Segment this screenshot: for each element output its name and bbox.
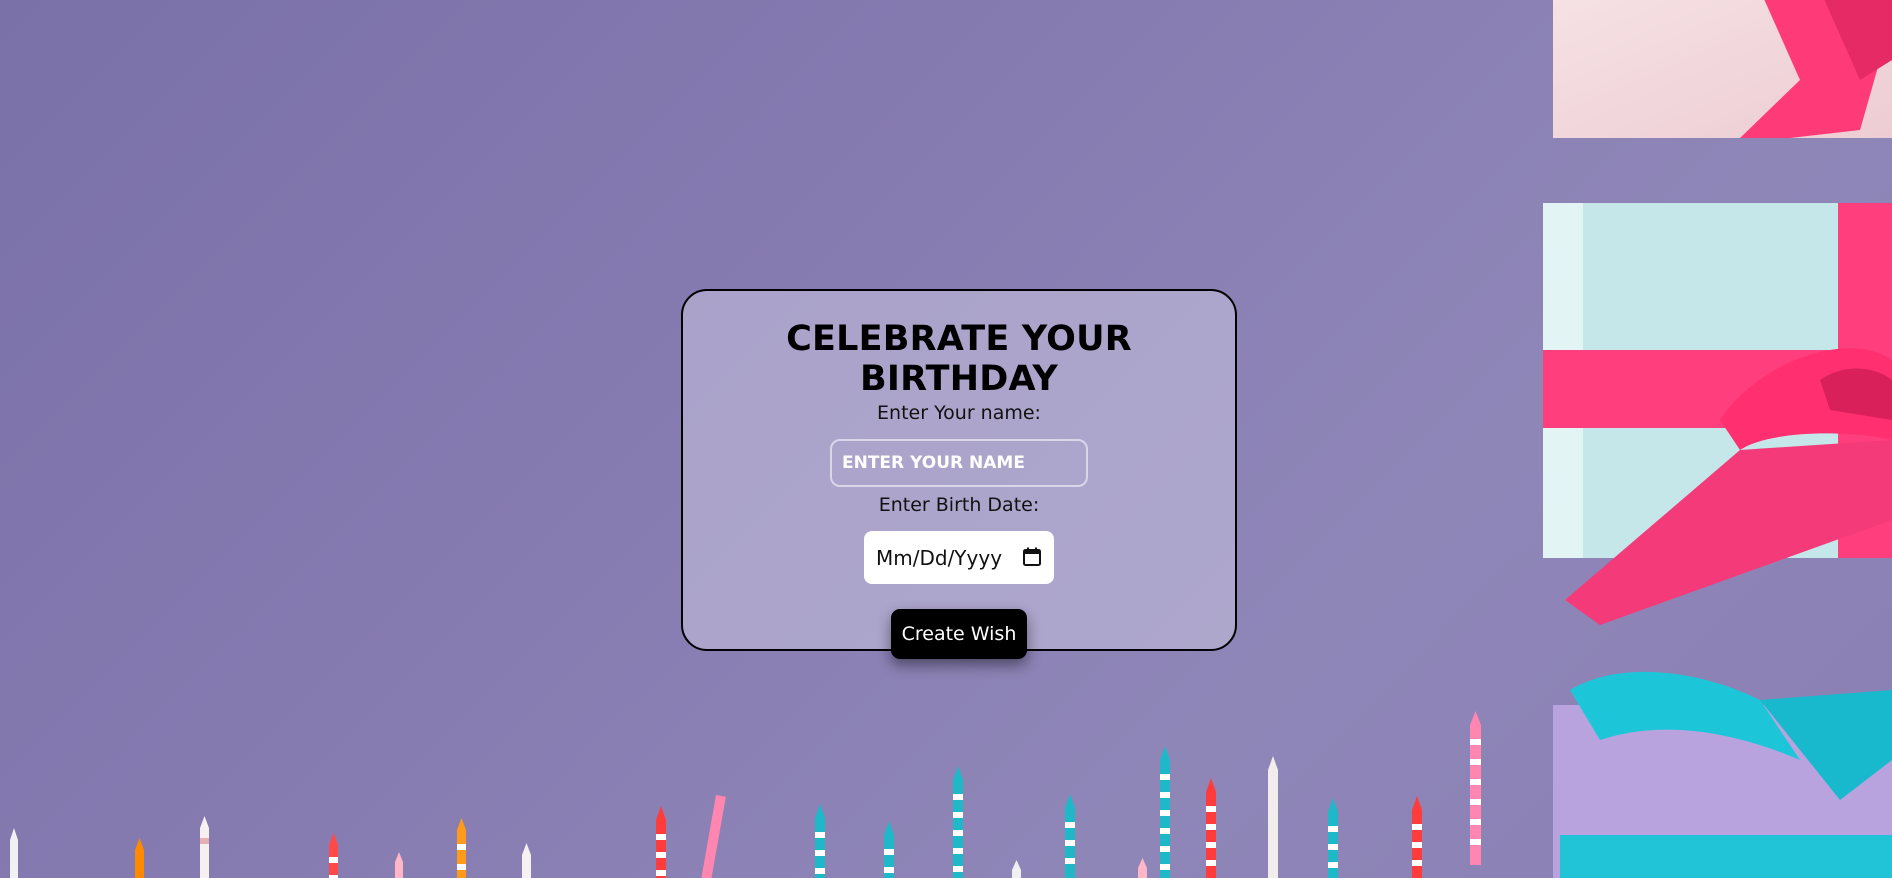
gift-box-pink-icon: [1553, 0, 1892, 138]
name-input[interactable]: [830, 439, 1088, 487]
gift-box-lavender-icon: [1553, 671, 1892, 878]
calendar-icon[interactable]: [1022, 547, 1042, 567]
create-wish-button[interactable]: Create Wish: [891, 609, 1027, 659]
gift-box-mint-icon: [1543, 203, 1892, 625]
birthday-form-card: CELEBRATE YOUR BIRTHDAY Enter Your name:…: [681, 289, 1237, 659]
birth-date-label: Enter Birth Date:: [878, 494, 1040, 516]
birth-date-placeholder: Mm/Dd/Yyyy: [876, 545, 1003, 570]
birth-date-input[interactable]: Mm/Dd/Yyyy: [864, 531, 1054, 584]
name-label: Enter Your name:: [877, 402, 1041, 424]
page-title: CELEBRATE YOUR BIRTHDAY: [786, 319, 1132, 399]
birthday-candles-icon: [10, 711, 1481, 878]
